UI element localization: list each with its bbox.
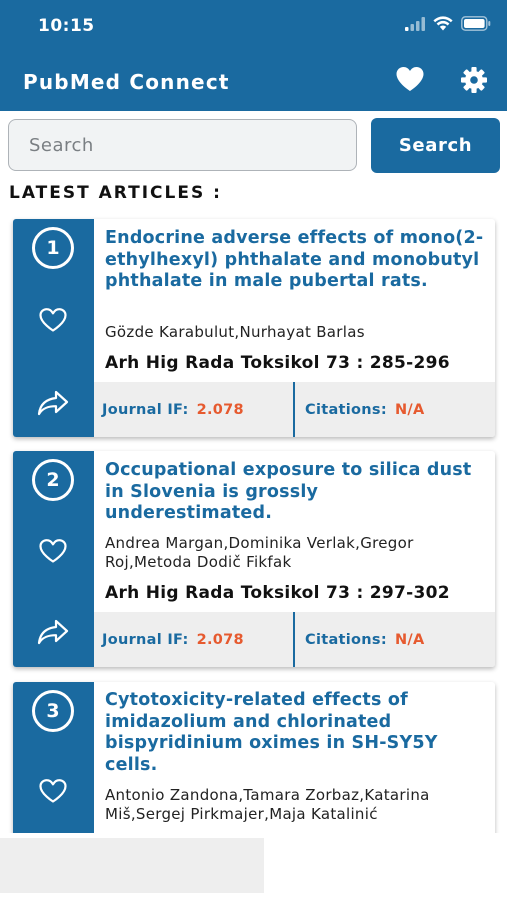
article-number: 3 xyxy=(32,690,74,732)
heart-icon[interactable] xyxy=(38,538,68,564)
app-title: PubMed Connect xyxy=(23,70,230,94)
citations: Citations: N/A xyxy=(305,612,425,667)
journal-if: Journal IF: 2.078 xyxy=(102,612,244,667)
article-title[interactable]: Occupational exposure to silica dust in … xyxy=(105,460,490,525)
card-sidebar: 3 xyxy=(13,682,94,842)
article-authors: Andrea Margan,Dominika Verlak,Gregor Roj… xyxy=(105,534,414,571)
favorites-button[interactable] xyxy=(393,67,427,95)
citations-label: Citations: xyxy=(305,631,387,648)
citations: Citations: N/A xyxy=(305,382,425,437)
journal-if-value: 2.078 xyxy=(196,631,244,648)
app-header: 10:15 PubMed Connect xyxy=(0,0,507,111)
heart-icon[interactable] xyxy=(38,778,68,804)
citations-value: N/A xyxy=(394,631,425,648)
card-footer: Journal IF: 2.078 Citations: N/A xyxy=(94,612,495,667)
signal-icon xyxy=(405,16,425,35)
journal-if-value: 2.078 xyxy=(196,401,244,418)
section-title: LATEST ARTICLES : xyxy=(9,183,222,203)
footer-divider xyxy=(293,612,295,667)
article-number: 2 xyxy=(32,459,74,501)
article-title[interactable]: Endocrine adverse effects of mono(2-ethy… xyxy=(105,228,490,293)
bottom-panel xyxy=(0,838,264,893)
share-icon[interactable] xyxy=(37,389,69,417)
article-card[interactable]: 1 Endocrine adverse effects of mono(2-et… xyxy=(13,219,495,437)
card-sidebar: 1 xyxy=(13,219,94,437)
settings-button[interactable] xyxy=(458,66,490,98)
citations-label: Citations: xyxy=(305,401,387,418)
article-authors: Gözde Karabulut,Nurhayat Barlas xyxy=(105,323,365,341)
footer-divider xyxy=(293,382,295,437)
citations-value: N/A xyxy=(394,401,425,418)
share-icon[interactable] xyxy=(37,618,69,646)
article-card[interactable]: 3 Cytotoxicity-related effects of imidaz… xyxy=(13,682,495,842)
article-authors: Antonio Zandona,Tamara Zorbaz,Katarina M… xyxy=(105,786,430,823)
card-sidebar: 2 xyxy=(13,451,94,667)
journal-if: Journal IF: 2.078 xyxy=(102,382,244,437)
heart-icon xyxy=(395,66,425,96)
article-title[interactable]: Cytotoxicity-related effects of imidazol… xyxy=(105,690,490,776)
article-citation: Arh Hig Rada Toksikol 73 : 285-296 xyxy=(105,353,450,373)
wifi-icon xyxy=(433,16,453,35)
status-time: 10:15 xyxy=(38,16,95,36)
article-number: 1 xyxy=(32,227,74,269)
card-footer: Journal IF: 2.078 Citations: N/A xyxy=(94,382,495,437)
status-icons xyxy=(405,16,491,35)
gear-icon xyxy=(460,66,488,98)
journal-if-label: Journal IF: xyxy=(102,631,189,648)
article-citation: Arh Hig Rada Toksikol 73 : 297-302 xyxy=(105,583,450,603)
search-button[interactable]: Search xyxy=(371,118,500,173)
search-input[interactable] xyxy=(8,119,357,171)
article-card[interactable]: 2 Occupational exposure to silica dust i… xyxy=(13,451,495,667)
heart-icon[interactable] xyxy=(38,307,68,333)
battery-icon xyxy=(461,16,491,35)
journal-if-label: Journal IF: xyxy=(102,401,189,418)
